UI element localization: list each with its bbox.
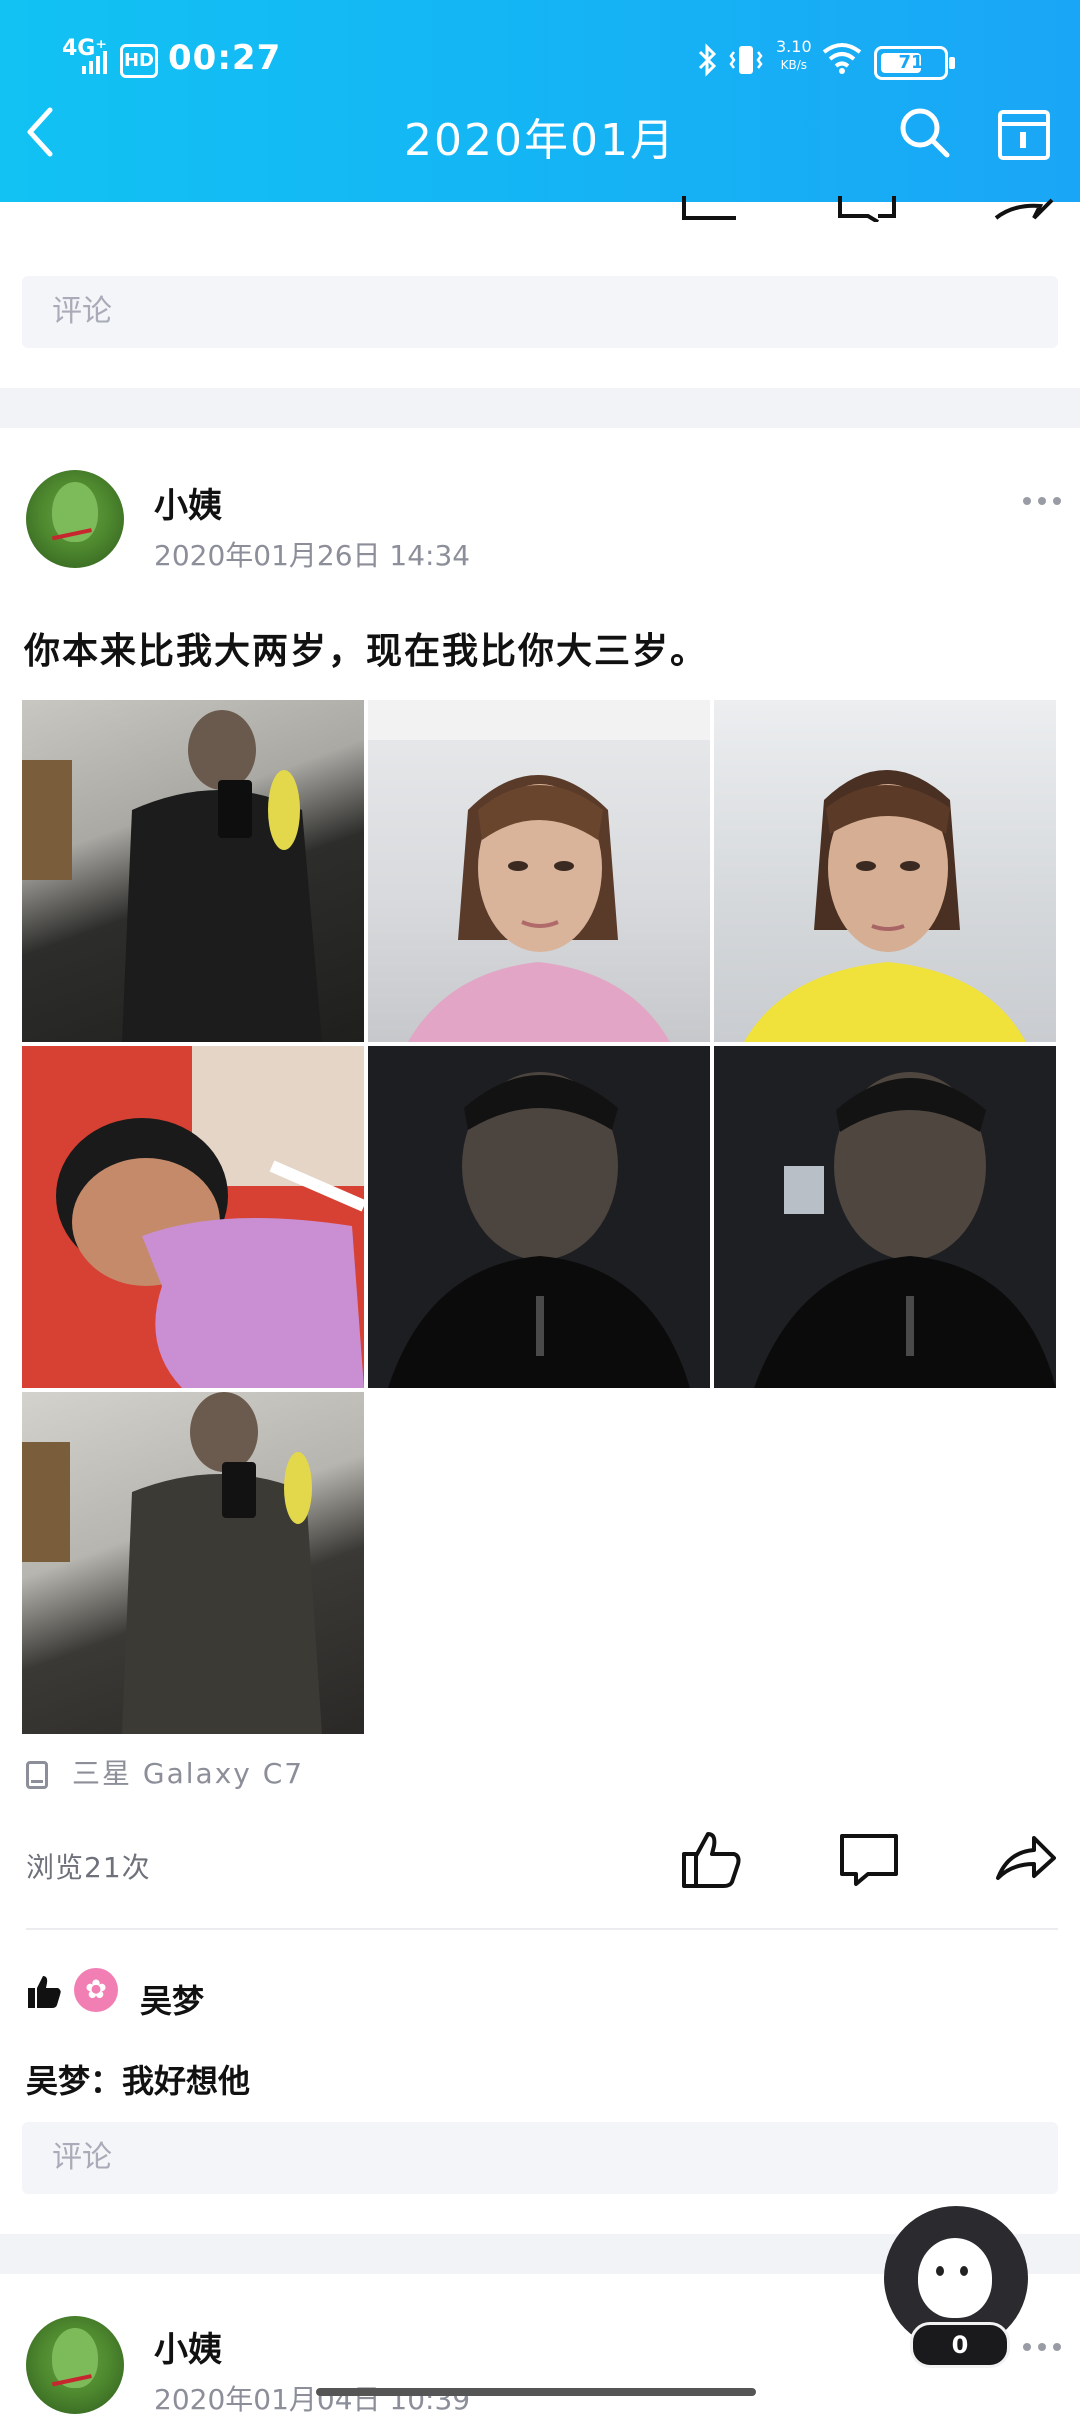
next-author-avatar[interactable] bbox=[26, 2316, 124, 2414]
share-icon[interactable] bbox=[994, 1828, 1056, 1890]
status-bar: 4G⁺ HD 00:27 3.10 KB/s 71 bbox=[0, 0, 1080, 120]
photo-5[interactable] bbox=[368, 1046, 710, 1388]
assistant-mascot-icon bbox=[918, 2238, 992, 2318]
like-thumb-icon bbox=[28, 1976, 61, 2008]
comment-author[interactable]: 吴梦 bbox=[26, 2062, 90, 2100]
view-count: 浏览21次 bbox=[26, 1851, 151, 1884]
photo-5-image bbox=[368, 1046, 710, 1388]
prev-share-icon[interactable] bbox=[994, 196, 1054, 222]
photo-1-image bbox=[22, 710, 322, 1042]
next-more-options-icon[interactable] bbox=[1022, 2342, 1062, 2352]
photo-6-image bbox=[714, 1046, 1056, 1388]
top-bar: 4G⁺ HD 00:27 3.10 KB/s 71 2020年01月 bbox=[0, 0, 1080, 202]
author-avatar[interactable] bbox=[26, 470, 124, 568]
network-speed: 3.10 KB/s bbox=[776, 38, 812, 74]
vibrate-icon bbox=[729, 46, 763, 74]
section-separator bbox=[0, 388, 1080, 428]
comment-separator: ： bbox=[90, 2062, 123, 2100]
photo-4-image bbox=[22, 1046, 364, 1388]
device-name: 三星 Galaxy C7 bbox=[72, 1757, 305, 1790]
calendar-icon[interactable] bbox=[996, 106, 1052, 162]
comment-icon[interactable] bbox=[838, 1828, 900, 1890]
divider bbox=[26, 1928, 1058, 1930]
prev-like-icon[interactable] bbox=[682, 196, 742, 222]
like-icon[interactable] bbox=[680, 1828, 742, 1890]
next-post-datetime: 2020年01月04日 10:39 bbox=[154, 2383, 471, 2416]
post-datetime: 2020年01月26日 14:34 bbox=[154, 539, 471, 572]
wifi-icon bbox=[822, 43, 862, 74]
photo-6[interactable] bbox=[714, 1046, 1056, 1388]
prev-comment-icon[interactable] bbox=[838, 196, 898, 222]
hd-badge: HD bbox=[120, 44, 158, 78]
photo-7-image bbox=[22, 1392, 322, 1734]
comment-item: 吴梦：我好想他 bbox=[26, 2056, 250, 2102]
home-indicator[interactable] bbox=[316, 2388, 756, 2396]
speed-value: 3.10 bbox=[776, 37, 812, 56]
photo-7[interactable] bbox=[22, 1392, 364, 1734]
comment-input-previous[interactable]: 评论 bbox=[22, 276, 1058, 348]
signal-icon bbox=[82, 51, 107, 74]
photo-3-image bbox=[744, 770, 1026, 1042]
photo-1[interactable] bbox=[22, 700, 364, 1042]
more-options-icon[interactable] bbox=[1022, 496, 1062, 506]
search-icon[interactable] bbox=[896, 104, 952, 160]
photo-2[interactable] bbox=[368, 700, 710, 1042]
speed-unit: KB/s bbox=[780, 58, 808, 72]
device-info: 三星 Galaxy C7 bbox=[26, 1752, 304, 1792]
comment-input[interactable]: 评论 bbox=[22, 2122, 1058, 2194]
bluetooth-icon bbox=[698, 43, 717, 77]
photo-4[interactable] bbox=[22, 1046, 364, 1388]
photo-3[interactable] bbox=[714, 700, 1056, 1042]
next-author-name[interactable]: 小姨 bbox=[154, 2322, 222, 2371]
battery-level: 71 bbox=[898, 52, 924, 73]
liker-name[interactable]: 吴梦 bbox=[140, 1976, 204, 2022]
author-name[interactable]: 小姨 bbox=[154, 478, 222, 527]
comment-text: 我好想他 bbox=[122, 2062, 251, 2100]
battery-indicator: 71 bbox=[874, 46, 955, 80]
status-time: 00:27 bbox=[168, 38, 282, 78]
liker-avatar[interactable] bbox=[74, 1968, 118, 2012]
post-text: 你本来比我大两岁，现在我比你大三岁。 bbox=[24, 630, 709, 672]
photo-2-image bbox=[368, 700, 710, 1042]
tablet-icon bbox=[26, 1761, 48, 1789]
floating-count-badge: 0 bbox=[910, 2322, 1010, 2368]
